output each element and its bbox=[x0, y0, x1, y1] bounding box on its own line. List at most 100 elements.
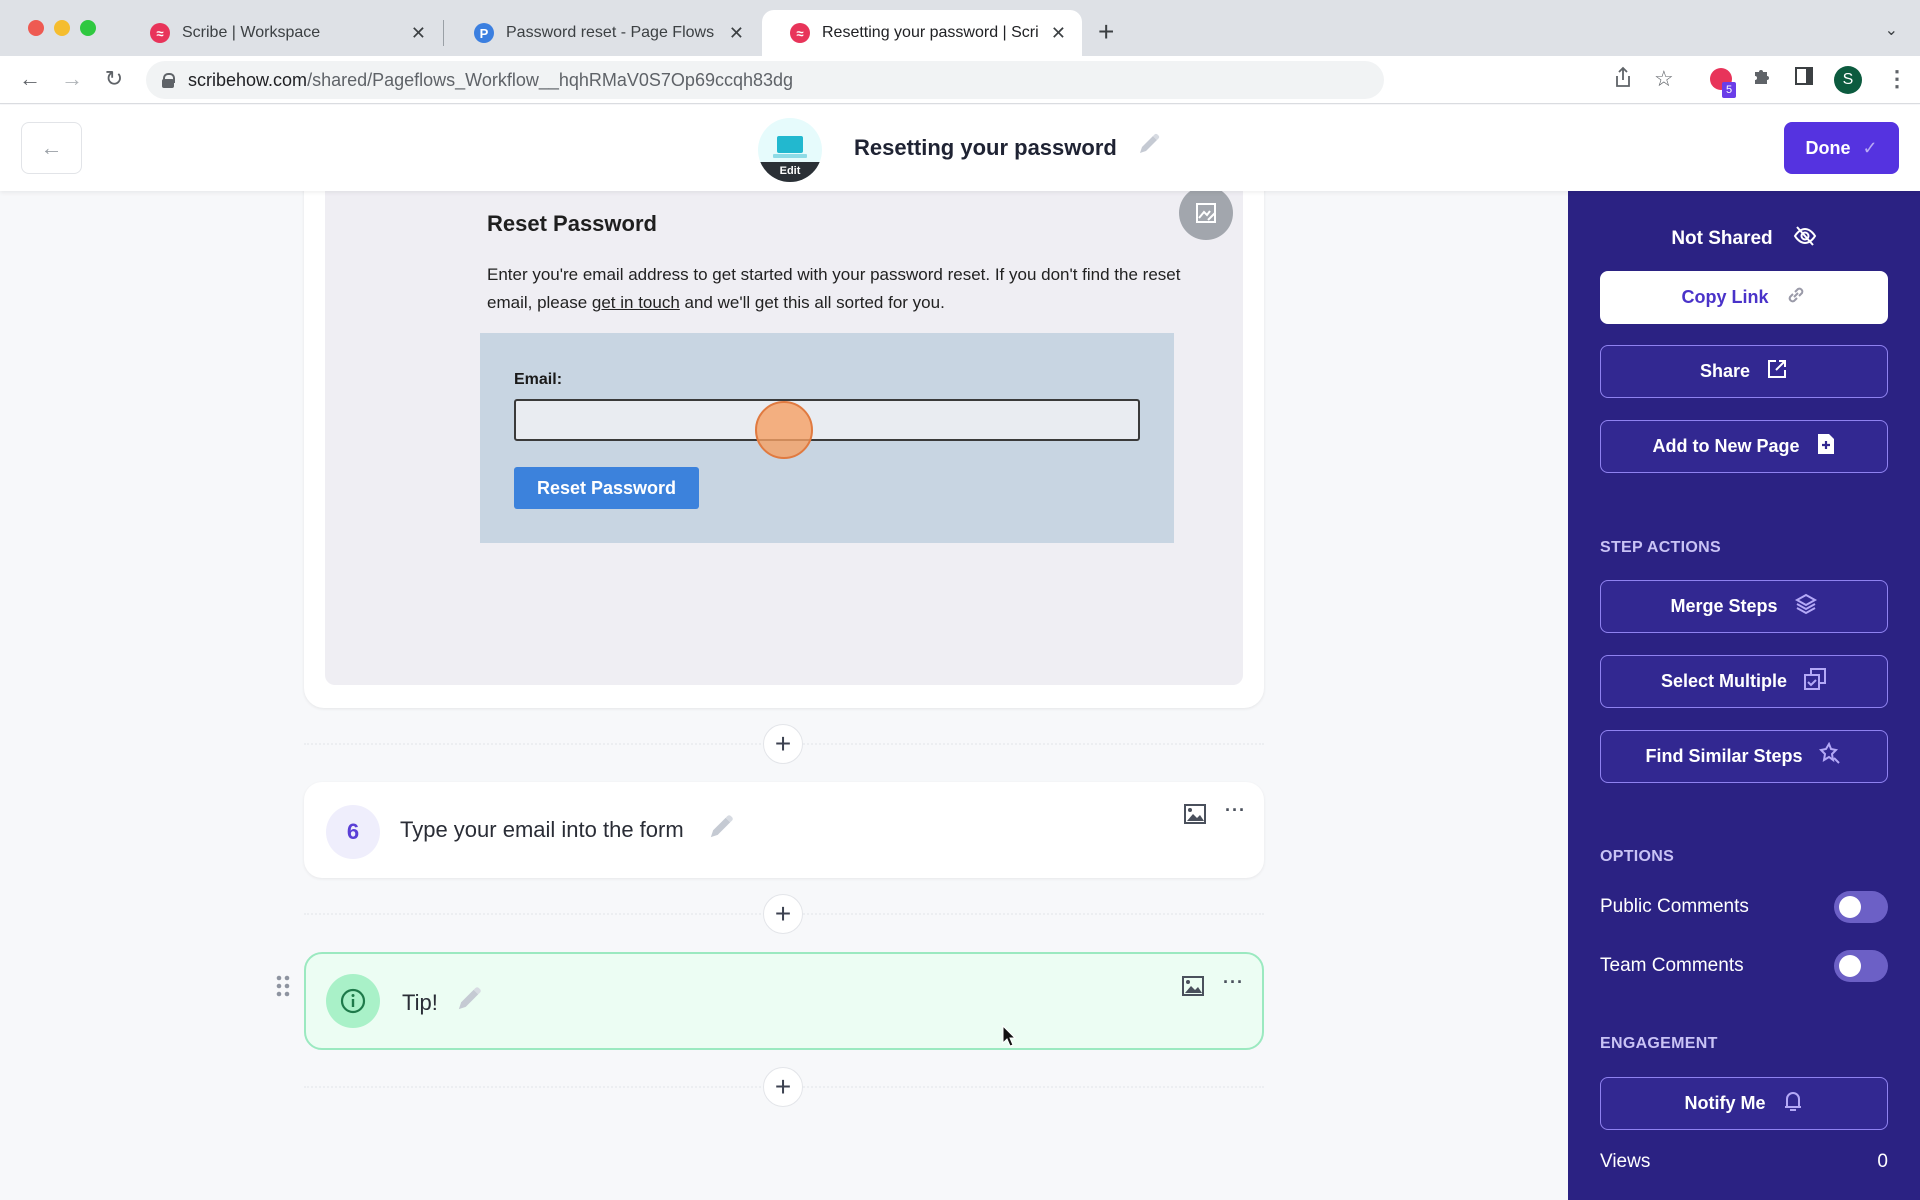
back-arrow-icon[interactable]: ← bbox=[16, 66, 44, 92]
sparkle-search-icon bbox=[1818, 741, 1843, 771]
tip-card[interactable]: Tip! ··· bbox=[304, 952, 1264, 1050]
add-step-divider: + bbox=[304, 1067, 1264, 1107]
click-highlight-marker bbox=[755, 401, 813, 459]
public-comments-label: Public Comments bbox=[1600, 896, 1749, 917]
more-options-icon[interactable]: ··· bbox=[1223, 972, 1244, 993]
browser-tab-resetting-password[interactable]: ≈ Resetting your password | Scri ✕ bbox=[762, 10, 1082, 56]
engagement-heading: ENGAGEMENT bbox=[1600, 1035, 1718, 1052]
link-icon bbox=[1785, 284, 1807, 311]
share-button[interactable]: Share bbox=[1600, 345, 1888, 398]
close-tab-icon[interactable]: ✕ bbox=[729, 23, 744, 44]
select-multiple-icon bbox=[1803, 667, 1827, 696]
laptop-base bbox=[773, 154, 807, 158]
views-row: Views 0 bbox=[1600, 1151, 1888, 1173]
copy-link-label: Copy Link bbox=[1681, 287, 1769, 307]
step-text[interactable]: Type your email into the form bbox=[400, 817, 684, 843]
public-comments-option: Public Comments bbox=[1600, 891, 1888, 923]
step-number-badge: 6 bbox=[326, 805, 380, 859]
pageflows-favicon-icon: P bbox=[474, 23, 494, 43]
find-similar-label: Find Similar Steps bbox=[1645, 746, 1803, 766]
more-options-icon[interactable]: ··· bbox=[1225, 800, 1246, 821]
window-minimize-button[interactable] bbox=[54, 20, 70, 36]
desc-text: and we'll get this all sorted for you. bbox=[679, 293, 945, 312]
notify-me-button[interactable]: Notify Me bbox=[1600, 1077, 1888, 1130]
edit-title-pencil-icon[interactable] bbox=[1134, 131, 1162, 164]
back-button[interactable]: ← bbox=[21, 122, 82, 174]
toggle-knob bbox=[1839, 955, 1861, 977]
eye-off-icon bbox=[1793, 225, 1817, 253]
notify-me-label: Notify Me bbox=[1684, 1093, 1766, 1113]
close-tab-icon[interactable]: ✕ bbox=[411, 23, 426, 44]
browser-toolbar: ← → ↻ scribehow.com/shared/Pageflows_Wor… bbox=[0, 56, 1920, 104]
window-maximize-button[interactable] bbox=[80, 20, 96, 36]
image-icon[interactable] bbox=[1184, 804, 1206, 829]
edit-screenshot-button[interactable] bbox=[1179, 186, 1233, 240]
app-header: ← Edit Resetting your password Done ✓ bbox=[0, 105, 1920, 191]
layers-icon bbox=[1794, 593, 1818, 620]
add-step-button[interactable]: + bbox=[763, 724, 803, 764]
file-plus-icon bbox=[1816, 432, 1836, 461]
tip-text[interactable]: Tip! bbox=[402, 990, 438, 1016]
toggle-knob bbox=[1839, 896, 1861, 918]
document-icon-button[interactable]: Edit bbox=[758, 118, 822, 182]
share-label: Share bbox=[1699, 361, 1751, 381]
views-count: 0 bbox=[1877, 1151, 1888, 1172]
team-comments-option: Team Comments bbox=[1600, 950, 1888, 982]
tab-title: Resetting your password | Scri bbox=[822, 24, 1039, 41]
image-icon[interactable] bbox=[1182, 976, 1204, 1001]
share-status: Not Shared bbox=[1568, 225, 1920, 253]
get-in-touch-link: get in touch bbox=[591, 293, 680, 312]
browser-tab-scribe-workspace[interactable]: ≈ Scribe | Workspace ✕ bbox=[122, 10, 442, 56]
tab-title: Password reset - Page Flows - bbox=[506, 24, 719, 41]
screenshot-heading: Reset Password bbox=[487, 211, 657, 236]
drag-handle-icon[interactable] bbox=[276, 975, 290, 997]
browser-tab-password-reset[interactable]: P Password reset - Page Flows - ✕ bbox=[446, 10, 760, 56]
image-edit-icon bbox=[1196, 203, 1216, 223]
add-step-button[interactable]: + bbox=[763, 1067, 803, 1107]
public-comments-toggle[interactable] bbox=[1834, 891, 1888, 923]
add-step-button[interactable]: + bbox=[763, 894, 803, 934]
done-button[interactable]: Done ✓ bbox=[1784, 122, 1899, 174]
window-close-button[interactable] bbox=[28, 20, 44, 36]
views-label: Views bbox=[1600, 1151, 1651, 1172]
new-tab-button[interactable]: + bbox=[1098, 16, 1114, 48]
address-bar[interactable]: scribehow.com/shared/Pageflows_Workflow_… bbox=[146, 61, 1384, 99]
close-tab-icon[interactable]: ✕ bbox=[1051, 23, 1066, 44]
share-page-icon[interactable] bbox=[1614, 66, 1632, 94]
tab-separator bbox=[443, 20, 444, 46]
merge-steps-button[interactable]: Merge Steps bbox=[1600, 580, 1888, 633]
edit-step-pencil-icon[interactable] bbox=[704, 812, 736, 849]
step-actions-heading: STEP ACTIONS bbox=[1600, 539, 1721, 556]
edit-tip-pencil-icon[interactable] bbox=[452, 984, 484, 1021]
mouse-cursor-icon bbox=[1002, 1024, 1017, 1052]
extensions-puzzle-icon[interactable] bbox=[1752, 66, 1772, 92]
side-panel-icon[interactable] bbox=[1794, 66, 1814, 92]
laptop-icon bbox=[777, 136, 803, 153]
scribe-favicon-icon: ≈ bbox=[790, 23, 810, 43]
reload-icon[interactable]: ↻ bbox=[100, 66, 128, 92]
team-comments-toggle[interactable] bbox=[1834, 950, 1888, 982]
scribe-favicon-icon: ≈ bbox=[150, 23, 170, 43]
copy-link-button[interactable]: Copy Link bbox=[1600, 271, 1888, 324]
lock-icon bbox=[162, 73, 175, 88]
screenshot-description: Enter you're email address to get starte… bbox=[487, 261, 1207, 317]
forward-arrow-icon[interactable]: → bbox=[58, 66, 86, 92]
find-similar-steps-button[interactable]: Find Similar Steps bbox=[1600, 730, 1888, 783]
document-title[interactable]: Resetting your password bbox=[854, 135, 1117, 161]
extension-badge: 5 bbox=[1722, 82, 1736, 98]
done-label: Done bbox=[1805, 137, 1851, 158]
browser-menu-icon[interactable]: ⋮ bbox=[1886, 66, 1908, 92]
external-link-icon bbox=[1766, 358, 1788, 385]
merge-steps-label: Merge Steps bbox=[1670, 596, 1778, 616]
share-status-label: Not Shared bbox=[1671, 228, 1773, 249]
add-to-new-page-button[interactable]: Add to New Page bbox=[1600, 420, 1888, 473]
select-multiple-button[interactable]: Select Multiple bbox=[1600, 655, 1888, 708]
bookmark-star-icon[interactable]: ☆ bbox=[1654, 66, 1674, 92]
edit-icon-label: Edit bbox=[758, 162, 822, 182]
screenshot-form: Email: Reset Password bbox=[480, 333, 1174, 543]
add-to-page-label: Add to New Page bbox=[1652, 436, 1800, 456]
add-step-divider: + bbox=[304, 724, 1264, 764]
step-card[interactable]: 6 Type your email into the form ··· bbox=[304, 782, 1264, 878]
tab-search-chevron-icon[interactable]: ⌄ bbox=[1885, 20, 1898, 40]
profile-avatar[interactable]: S bbox=[1834, 66, 1862, 94]
